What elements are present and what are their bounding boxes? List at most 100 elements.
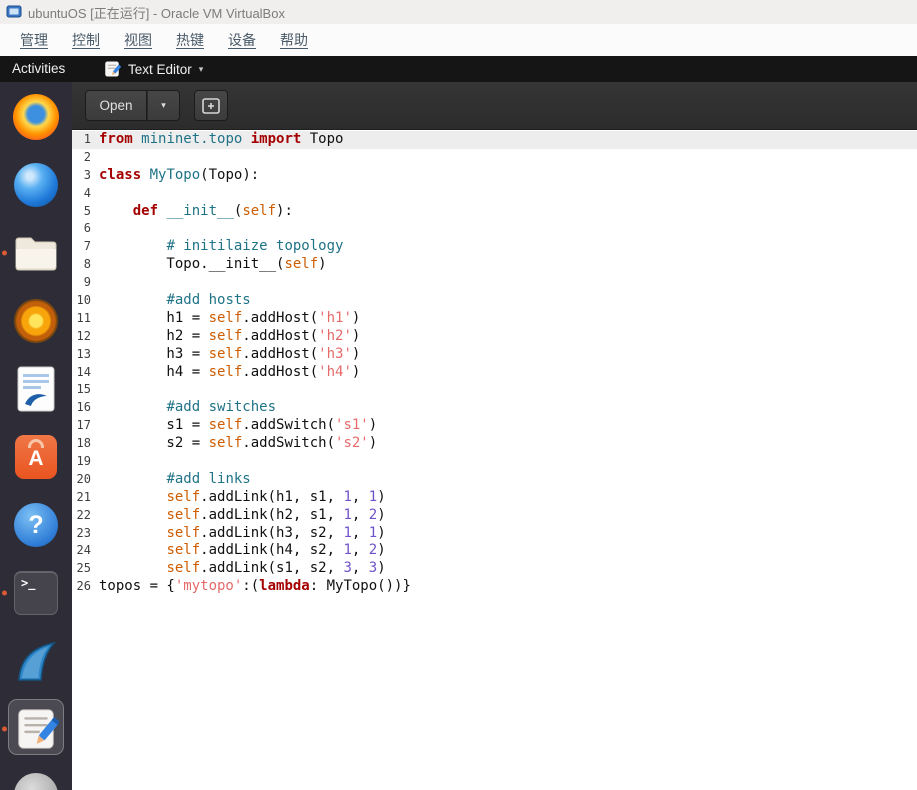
headerbar: Open ▾ (72, 82, 917, 130)
code-line[interactable]: 20 #add links (72, 471, 917, 489)
line-number: 10 (76, 293, 91, 308)
open-dropdown-button[interactable]: ▾ (147, 90, 180, 121)
menu-machine[interactable]: 控制 (60, 24, 112, 56)
vbox-menubar: 管理 控制 视图 热键 设备 帮助 (0, 24, 917, 56)
question-mark-glyph: ? (28, 510, 44, 539)
code-line[interactable]: 4 (72, 185, 917, 203)
code-line[interactable]: 23 self.addLink(h3, s2, 1, 1) (72, 525, 917, 543)
dock-item-wireshark[interactable] (0, 631, 72, 691)
dock-item-partial[interactable] (0, 765, 72, 790)
dock-item-ubuntu-software[interactable]: A (0, 427, 72, 487)
code-text: #add switches (166, 399, 277, 416)
code-line[interactable]: 13 h3 = self.addHost('h3') (72, 346, 917, 364)
dock-item-thunderbird[interactable] (0, 155, 72, 215)
firefox-icon (13, 94, 59, 140)
code-line[interactable]: 3 class MyTopo(Topo): (72, 167, 917, 185)
line-number: 4 (83, 185, 91, 200)
code-line[interactable]: 19 (72, 453, 917, 471)
text-editor-icon (13, 706, 59, 752)
code-line[interactable]: 16 #add switches (72, 399, 917, 417)
activities-button[interactable]: Activities (12, 56, 65, 82)
code-line[interactable]: 15 (72, 381, 917, 399)
code-text: h4 = self.addHost('h4') (99, 363, 361, 380)
chevron-down-icon: ▾ (198, 63, 204, 74)
dock: A ? >_ (0, 82, 72, 790)
menu-help[interactable]: 帮助 (268, 24, 320, 56)
code-line[interactable]: 25 self.addLink(s1, s2, 3, 3) (72, 560, 917, 578)
line-number: 12 (76, 328, 91, 343)
editor[interactable]: 1 from mininet.topo import Topo 2 3 class My… (72, 130, 917, 790)
code-line[interactable]: 26 topos = {'mytopo':(lambda: MyTopo())} (72, 578, 917, 596)
menu-file[interactable]: 管理 (8, 24, 60, 56)
dock-item-text-editor[interactable] (0, 699, 72, 759)
chevron-down-icon: ▾ (161, 100, 166, 110)
code-line[interactable]: 12 h2 = self.addHost('h2') (72, 328, 917, 346)
ubuntu-software-icon: A (15, 435, 57, 479)
virtualbox-vm-icon (6, 4, 22, 20)
line-number: 26 (76, 579, 91, 594)
dock-item-libreoffice-writer[interactable] (0, 359, 72, 419)
code-text: from mininet.topo import Topo (99, 131, 344, 147)
line-number: 25 (76, 561, 91, 576)
wireshark-icon (12, 638, 60, 684)
code-line[interactable]: 11 h1 = self.addHost('h1') (72, 310, 917, 328)
code-line[interactable]: 1 from mininet.topo import Topo (72, 131, 917, 149)
code-text: # initilaize topology (166, 238, 344, 255)
open-split-button: Open ▾ (85, 90, 180, 121)
code-line[interactable]: 8 Topo.__init__(self) (72, 256, 917, 274)
app-menu[interactable]: Text Editor ▾ (103, 56, 203, 82)
code-text: h3 = self.addHost('h3') (99, 345, 361, 362)
menu-devices[interactable]: 设备 (216, 24, 268, 56)
dock-item-files[interactable] (0, 223, 72, 283)
help-icon: ? (14, 503, 58, 547)
code-line[interactable]: 21 self.addLink(h1, s1, 1, 1) (72, 489, 917, 507)
line-number: 23 (76, 525, 91, 540)
code-line[interactable]: 7 # initilaize topology (72, 238, 917, 256)
code-text: h2 = self.addHost('h2') (99, 327, 361, 344)
code-line[interactable]: 14 h4 = self.addHost('h4') (72, 364, 917, 382)
circle-icon (14, 773, 58, 790)
terminal-icon: >_ (14, 571, 58, 615)
dock-item-firefox[interactable] (0, 87, 72, 147)
code-line[interactable]: 17 s1 = self.addSwitch('s1') (72, 417, 917, 435)
files-folder-icon (13, 233, 59, 273)
line-number: 11 (76, 310, 91, 325)
open-button[interactable]: Open (85, 90, 147, 121)
code-line[interactable]: 18 s2 = self.addSwitch('s2') (72, 435, 917, 453)
code-text: #add links (166, 470, 251, 487)
code-line[interactable]: 6 (72, 220, 917, 238)
code-line[interactable]: 5 def __init__(self): (72, 203, 917, 221)
text-editor-window: Open ▾ 1 from mininet.topo import Topo 2 3 c… (72, 82, 917, 790)
code-line[interactable]: 2 (72, 149, 917, 167)
code-text: s2 = self.addSwitch('s2') (99, 435, 378, 452)
dock-item-rhythmbox[interactable] (0, 291, 72, 351)
libreoffice-writer-icon (17, 366, 55, 412)
code-text: self.addLink(s1, s2, 3, 3) (166, 560, 386, 577)
dock-item-terminal[interactable]: >_ (0, 563, 72, 623)
line-number: 17 (76, 418, 91, 433)
line-number: 19 (76, 454, 91, 469)
code-line[interactable]: 10 #add hosts (72, 292, 917, 310)
code-line[interactable]: 22 self.addLink(h2, s1, 1, 2) (72, 507, 917, 525)
code-text: self.addLink(h2, s1, 1, 2) (166, 506, 386, 523)
gnome-top-panel: Activities Text Editor ▾ (0, 56, 917, 82)
dock-item-help[interactable]: ? (0, 495, 72, 555)
vbox-titlebar[interactable]: ubuntuOS [正在运行] - Oracle VM VirtualBox (0, 0, 917, 24)
line-number: 13 (76, 346, 91, 361)
code-text: h1 = self.addHost('h1') (99, 309, 361, 326)
line-number: 18 (76, 436, 91, 451)
app-menu-label: Text Editor (128, 61, 192, 77)
line-number: 15 (76, 382, 91, 397)
code-line[interactable]: 9 (72, 274, 917, 292)
menu-view[interactable]: 视图 (112, 24, 164, 56)
new-document-button[interactable] (194, 90, 228, 121)
prompt-glyph: >_ (21, 576, 36, 590)
code-line[interactable]: 24 self.addLink(h4, s2, 1, 2) (72, 542, 917, 560)
menu-input[interactable]: 热键 (164, 24, 216, 56)
code-text: self.addLink(h3, s2, 1, 1) (166, 524, 386, 541)
thunderbird-icon (14, 163, 58, 207)
code-text: class MyTopo(Topo): (99, 166, 260, 183)
line-number: 7 (83, 239, 91, 254)
window-title: ubuntuOS [正在运行] - Oracle VM VirtualBox (28, 5, 285, 21)
code-text: s1 = self.addSwitch('s1') (99, 417, 378, 434)
